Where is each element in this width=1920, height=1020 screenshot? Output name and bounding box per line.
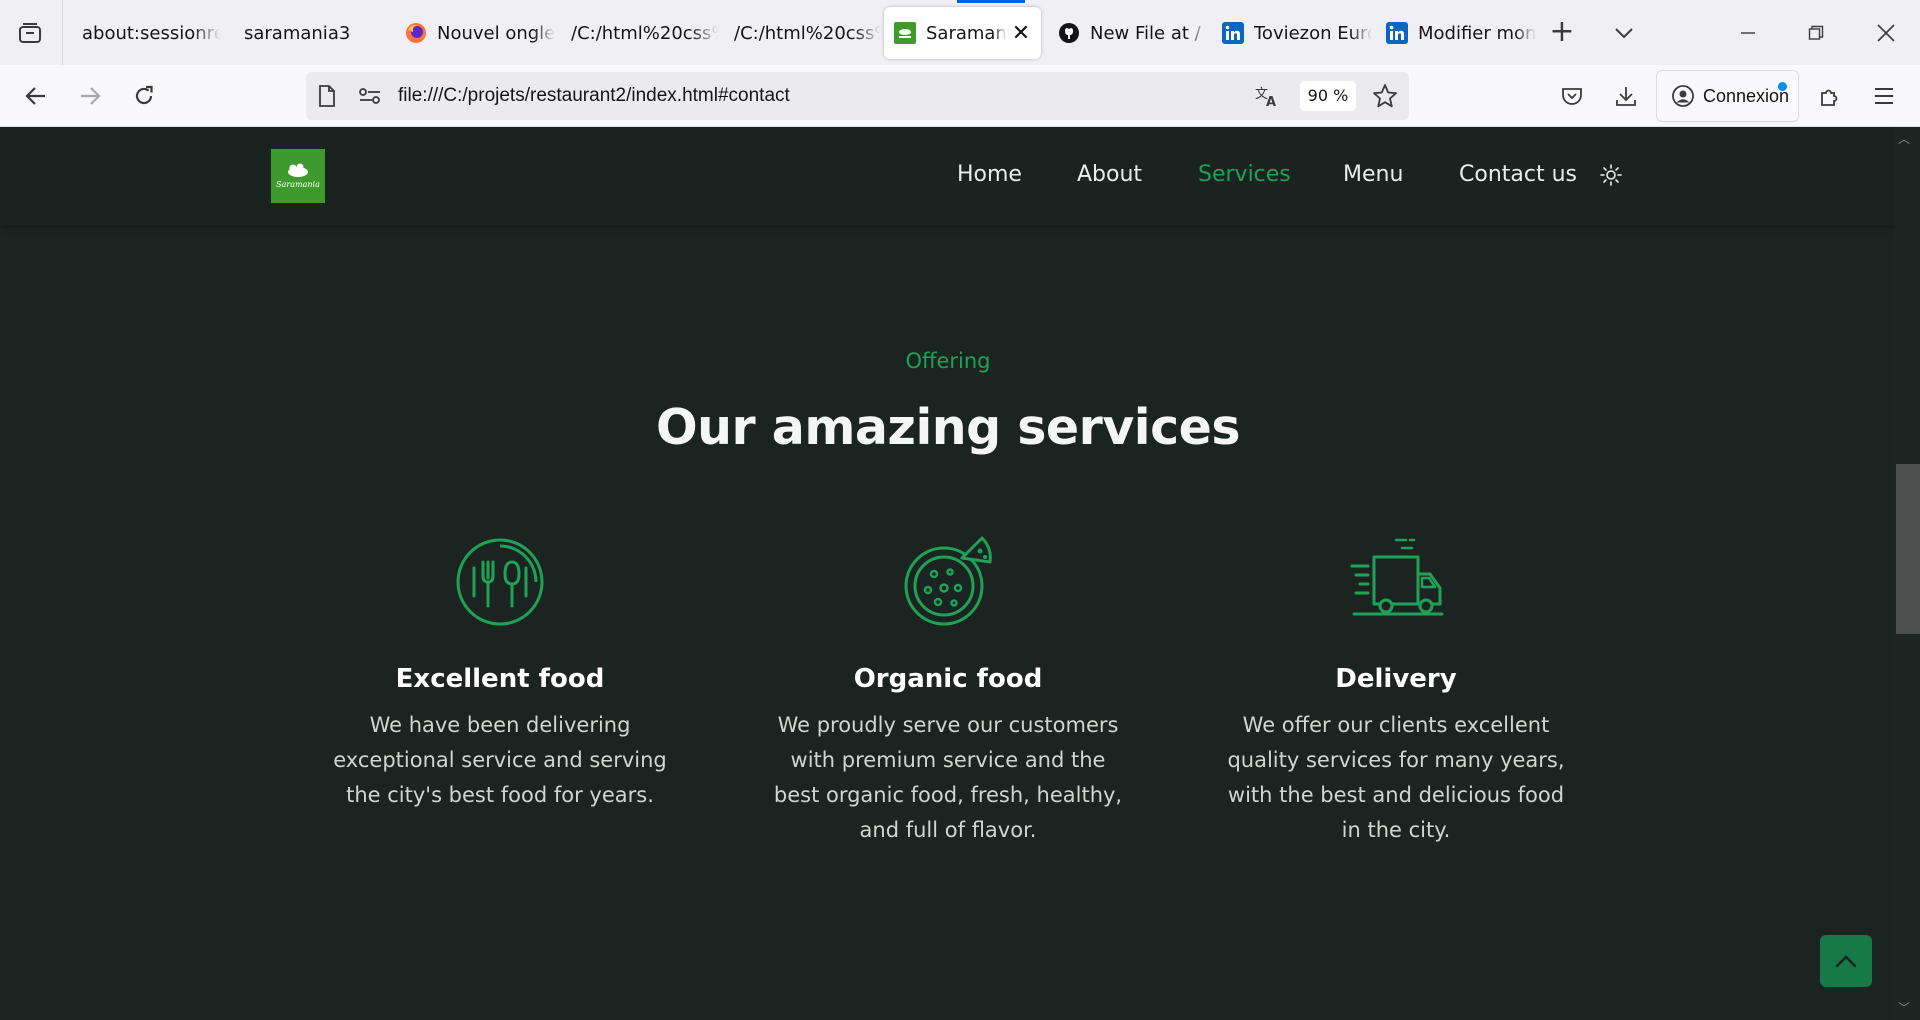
back-button[interactable] xyxy=(18,78,54,114)
active-tab-indicator xyxy=(957,0,1025,3)
service-card-excellent-food: Excellent food We have been delivering e… xyxy=(310,532,690,813)
notification-dot xyxy=(1778,82,1787,91)
scroll-down-arrow-icon[interactable]: ﹀ xyxy=(1898,999,1910,1016)
page-scrollbar[interactable]: ︿ ﹀ xyxy=(1894,127,1920,1020)
service-card-delivery: Delivery We offer our clients excellent … xyxy=(1206,532,1586,848)
scrollbar-thumb[interactable] xyxy=(1896,464,1920,634)
linkedin-icon xyxy=(1222,22,1244,44)
nav-about[interactable]: About xyxy=(1077,162,1142,187)
service-description: We have been delivering exceptional serv… xyxy=(333,713,667,807)
logo-text: Saramania xyxy=(276,180,320,189)
close-tab-icon[interactable]: ✕ xyxy=(1011,21,1031,46)
service-description: We offer our clients excellent quality s… xyxy=(1227,713,1565,842)
fork-spoon-icon xyxy=(456,538,544,626)
tab-title: Saramania xyxy=(926,22,1007,44)
scroll-up-arrow-icon[interactable]: ︿ xyxy=(1898,130,1910,147)
permissions-icon[interactable] xyxy=(358,86,382,110)
delivery-truck-icon xyxy=(1350,538,1444,616)
list-all-tabs-button[interactable] xyxy=(1606,17,1642,49)
service-card-organic-food: Organic food We proudly serve our custom… xyxy=(758,532,1138,848)
reload-button[interactable] xyxy=(126,78,162,114)
tab-linkedin-1[interactable]: Toviezon Europe xyxy=(1222,7,1372,59)
tab-linkedin-2[interactable]: Modifier mon xyxy=(1386,7,1536,59)
new-tab-button[interactable]: + xyxy=(1544,17,1580,49)
chevron-down-icon xyxy=(1615,28,1633,39)
tab-title: New File at / xyxy=(1090,22,1201,44)
chef-logo-icon xyxy=(288,163,308,177)
account-icon xyxy=(1672,85,1694,107)
extensions-button[interactable] xyxy=(1812,78,1848,114)
arrow-right-icon xyxy=(81,87,101,105)
account-button[interactable]: Connexion xyxy=(1656,70,1799,122)
service-title: Excellent food xyxy=(395,664,605,694)
restore-icon xyxy=(1808,25,1824,40)
tab-saramania3[interactable]: saramania3 xyxy=(234,7,384,59)
tab-title: Toviezon Europe xyxy=(1254,22,1372,44)
account-label: Connexion xyxy=(1703,85,1790,106)
site-logo[interactable]: Saramania xyxy=(271,149,325,203)
tab-title: /C:/html%20css%20 xyxy=(571,22,718,44)
arrow-left-icon xyxy=(25,87,45,105)
service-description: We proudly serve our customers with prem… xyxy=(773,713,1123,842)
page-icon xyxy=(318,85,336,111)
minimize-button[interactable] xyxy=(1728,14,1768,52)
nav-home[interactable]: Home xyxy=(957,162,1022,187)
folder-tabs-icon xyxy=(19,23,41,43)
nav-menu[interactable]: Menu xyxy=(1343,162,1403,187)
forward-button[interactable] xyxy=(72,78,108,114)
restore-button[interactable] xyxy=(1796,14,1836,52)
sun-icon xyxy=(1600,164,1622,186)
chevron-up-icon xyxy=(1835,955,1857,968)
site-header: Saramania Home About Services Menu Conta… xyxy=(0,127,1896,225)
address-bar[interactable]: file:///C:/projets/restaurant2/index.htm… xyxy=(306,72,1409,120)
theme-toggle-button[interactable] xyxy=(1599,163,1623,187)
service-title: Delivery xyxy=(1335,664,1457,694)
url-text[interactable]: file:///C:/projets/restaurant2/index.htm… xyxy=(398,85,790,107)
linkedin-icon xyxy=(1386,22,1408,44)
pocket-icon xyxy=(1562,88,1582,105)
tab-new-tab[interactable]: Nouvel onglet xyxy=(405,7,555,59)
tab-title: Modifier mon xyxy=(1418,22,1536,44)
nav-services[interactable]: Services xyxy=(1198,162,1291,187)
tab-saramania-active[interactable]: Saramania ✕ xyxy=(884,7,1041,59)
translate-icon[interactable]: 文A xyxy=(1254,84,1280,112)
svg-text:A: A xyxy=(1266,95,1276,108)
tab-list-button[interactable] xyxy=(12,18,48,48)
extensions-puzzle-icon xyxy=(1821,89,1838,106)
section-subtitle: Offering xyxy=(905,349,991,373)
close-icon xyxy=(1877,24,1895,42)
scroll-to-top-button[interactable] xyxy=(1820,935,1872,987)
browser-tab-bar: about:sessionrestore saramania3 Nouvel o… xyxy=(0,0,1920,65)
tab-file-1[interactable]: /C:/html%20css%20 xyxy=(568,7,718,59)
bookmark-star-icon[interactable] xyxy=(1372,83,1398,113)
tab-session-restore[interactable]: about:sessionrestore xyxy=(70,7,220,59)
close-window-button[interactable] xyxy=(1866,14,1906,52)
tab-title: /C:/html%20css%20 xyxy=(734,22,881,44)
pocket-button[interactable] xyxy=(1554,78,1590,114)
pizza-icon xyxy=(904,536,992,626)
tab-title: Nouvel onglet xyxy=(437,22,555,44)
reload-icon xyxy=(135,85,153,105)
menu-button[interactable] xyxy=(1866,78,1902,114)
tab-title: about:sessionrestore xyxy=(82,22,220,44)
tab-github[interactable]: New File at / xyxy=(1058,7,1208,59)
firefox-icon xyxy=(405,22,427,44)
github-icon xyxy=(1058,22,1080,44)
downloads-button[interactable] xyxy=(1608,78,1644,114)
web-page: Saramania Home About Services Menu Conta… xyxy=(0,127,1920,1020)
section-heading: Our amazing services xyxy=(655,399,1241,456)
browser-nav-bar: file:///C:/projets/restaurant2/index.htm… xyxy=(0,65,1920,127)
nav-contact-us[interactable]: Contact us xyxy=(1459,162,1577,187)
minimize-icon xyxy=(1741,32,1755,34)
tab-title: saramania3 xyxy=(244,22,351,44)
hamburger-menu-icon xyxy=(1875,88,1893,104)
zoom-level-button[interactable]: 90 % xyxy=(1300,81,1356,111)
tab-file-2[interactable]: /C:/html%20css%20 xyxy=(731,7,881,59)
download-icon xyxy=(1616,87,1636,106)
service-title: Organic food xyxy=(853,664,1043,694)
saramania-icon xyxy=(894,22,916,44)
tab-separator xyxy=(62,0,63,65)
